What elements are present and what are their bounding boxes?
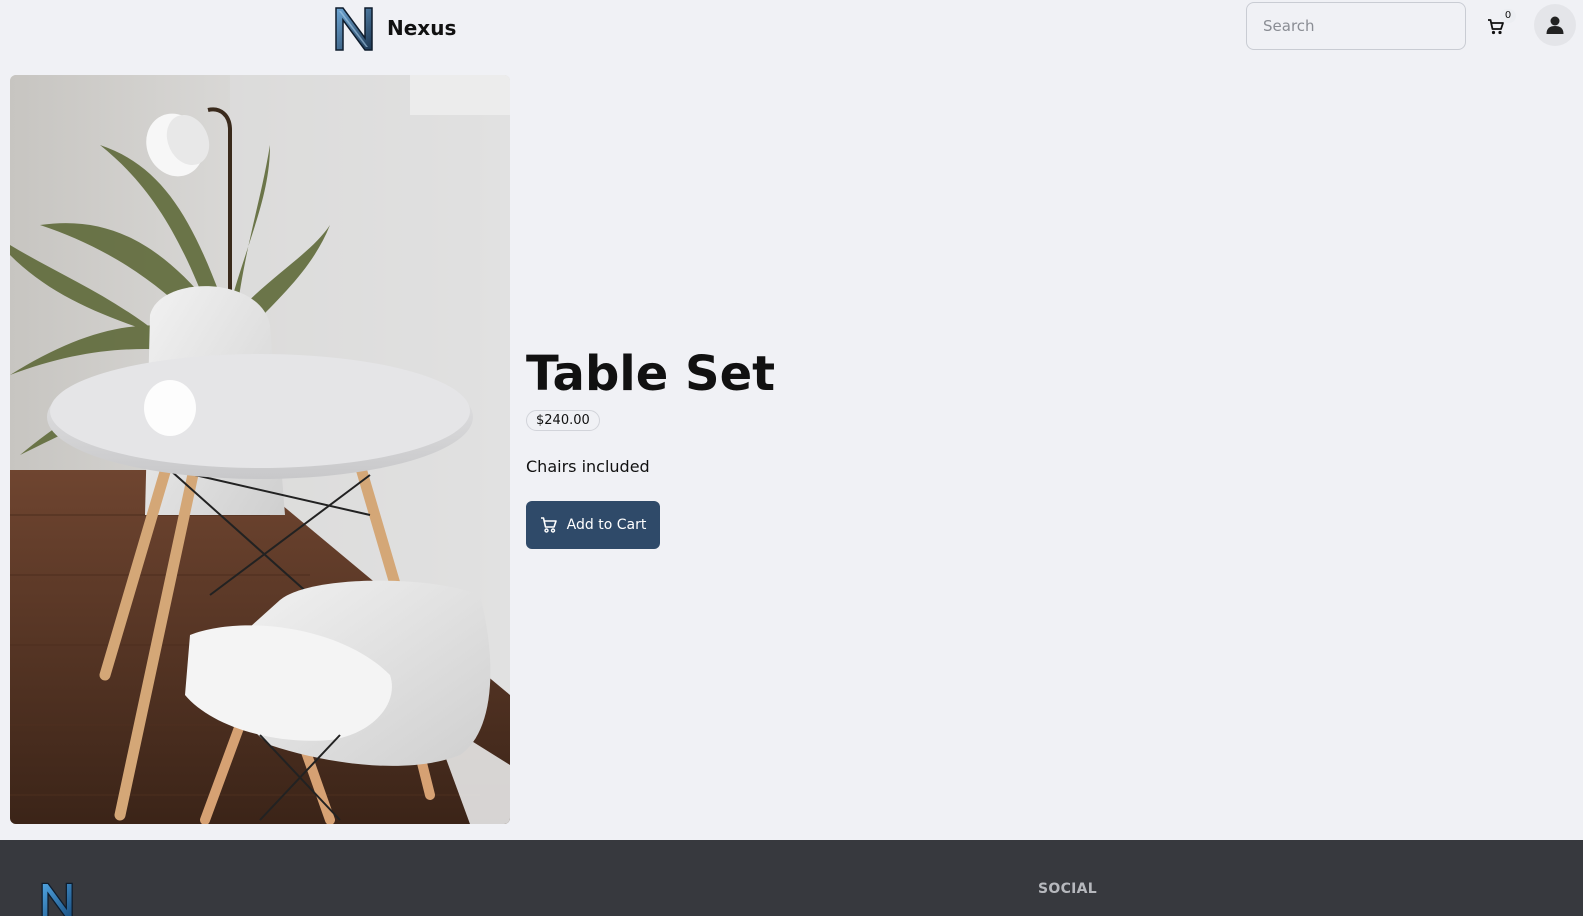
product-title: Table Set bbox=[526, 346, 776, 402]
add-to-cart-button[interactable]: Add to Cart bbox=[526, 501, 660, 549]
cart-icon bbox=[540, 517, 557, 533]
nexus-logo-icon bbox=[335, 7, 373, 51]
price-badge: $240.00 bbox=[526, 410, 600, 431]
site-header: Nexus 0 bbox=[0, 0, 1583, 60]
product-info: Table Set $240.00 Chairs included Add to… bbox=[526, 344, 1126, 549]
cart-count-badge: 0 bbox=[1500, 9, 1516, 23]
product-description: Chairs included bbox=[526, 457, 650, 476]
site-footer: SOCIAL bbox=[0, 840, 1583, 916]
cart-button[interactable]: 0 bbox=[1485, 9, 1516, 40]
nexus-logo-icon bbox=[41, 882, 73, 916]
brand[interactable]: Nexus bbox=[333, 4, 456, 52]
user-icon bbox=[1546, 16, 1564, 34]
brand-name: Nexus bbox=[387, 16, 457, 40]
user-avatar[interactable] bbox=[1534, 4, 1576, 46]
footer-social-heading: SOCIAL bbox=[1038, 881, 1098, 897]
add-to-cart-label: Add to Cart bbox=[566, 517, 647, 533]
product-image bbox=[10, 75, 510, 824]
search-input[interactable] bbox=[1246, 2, 1466, 50]
